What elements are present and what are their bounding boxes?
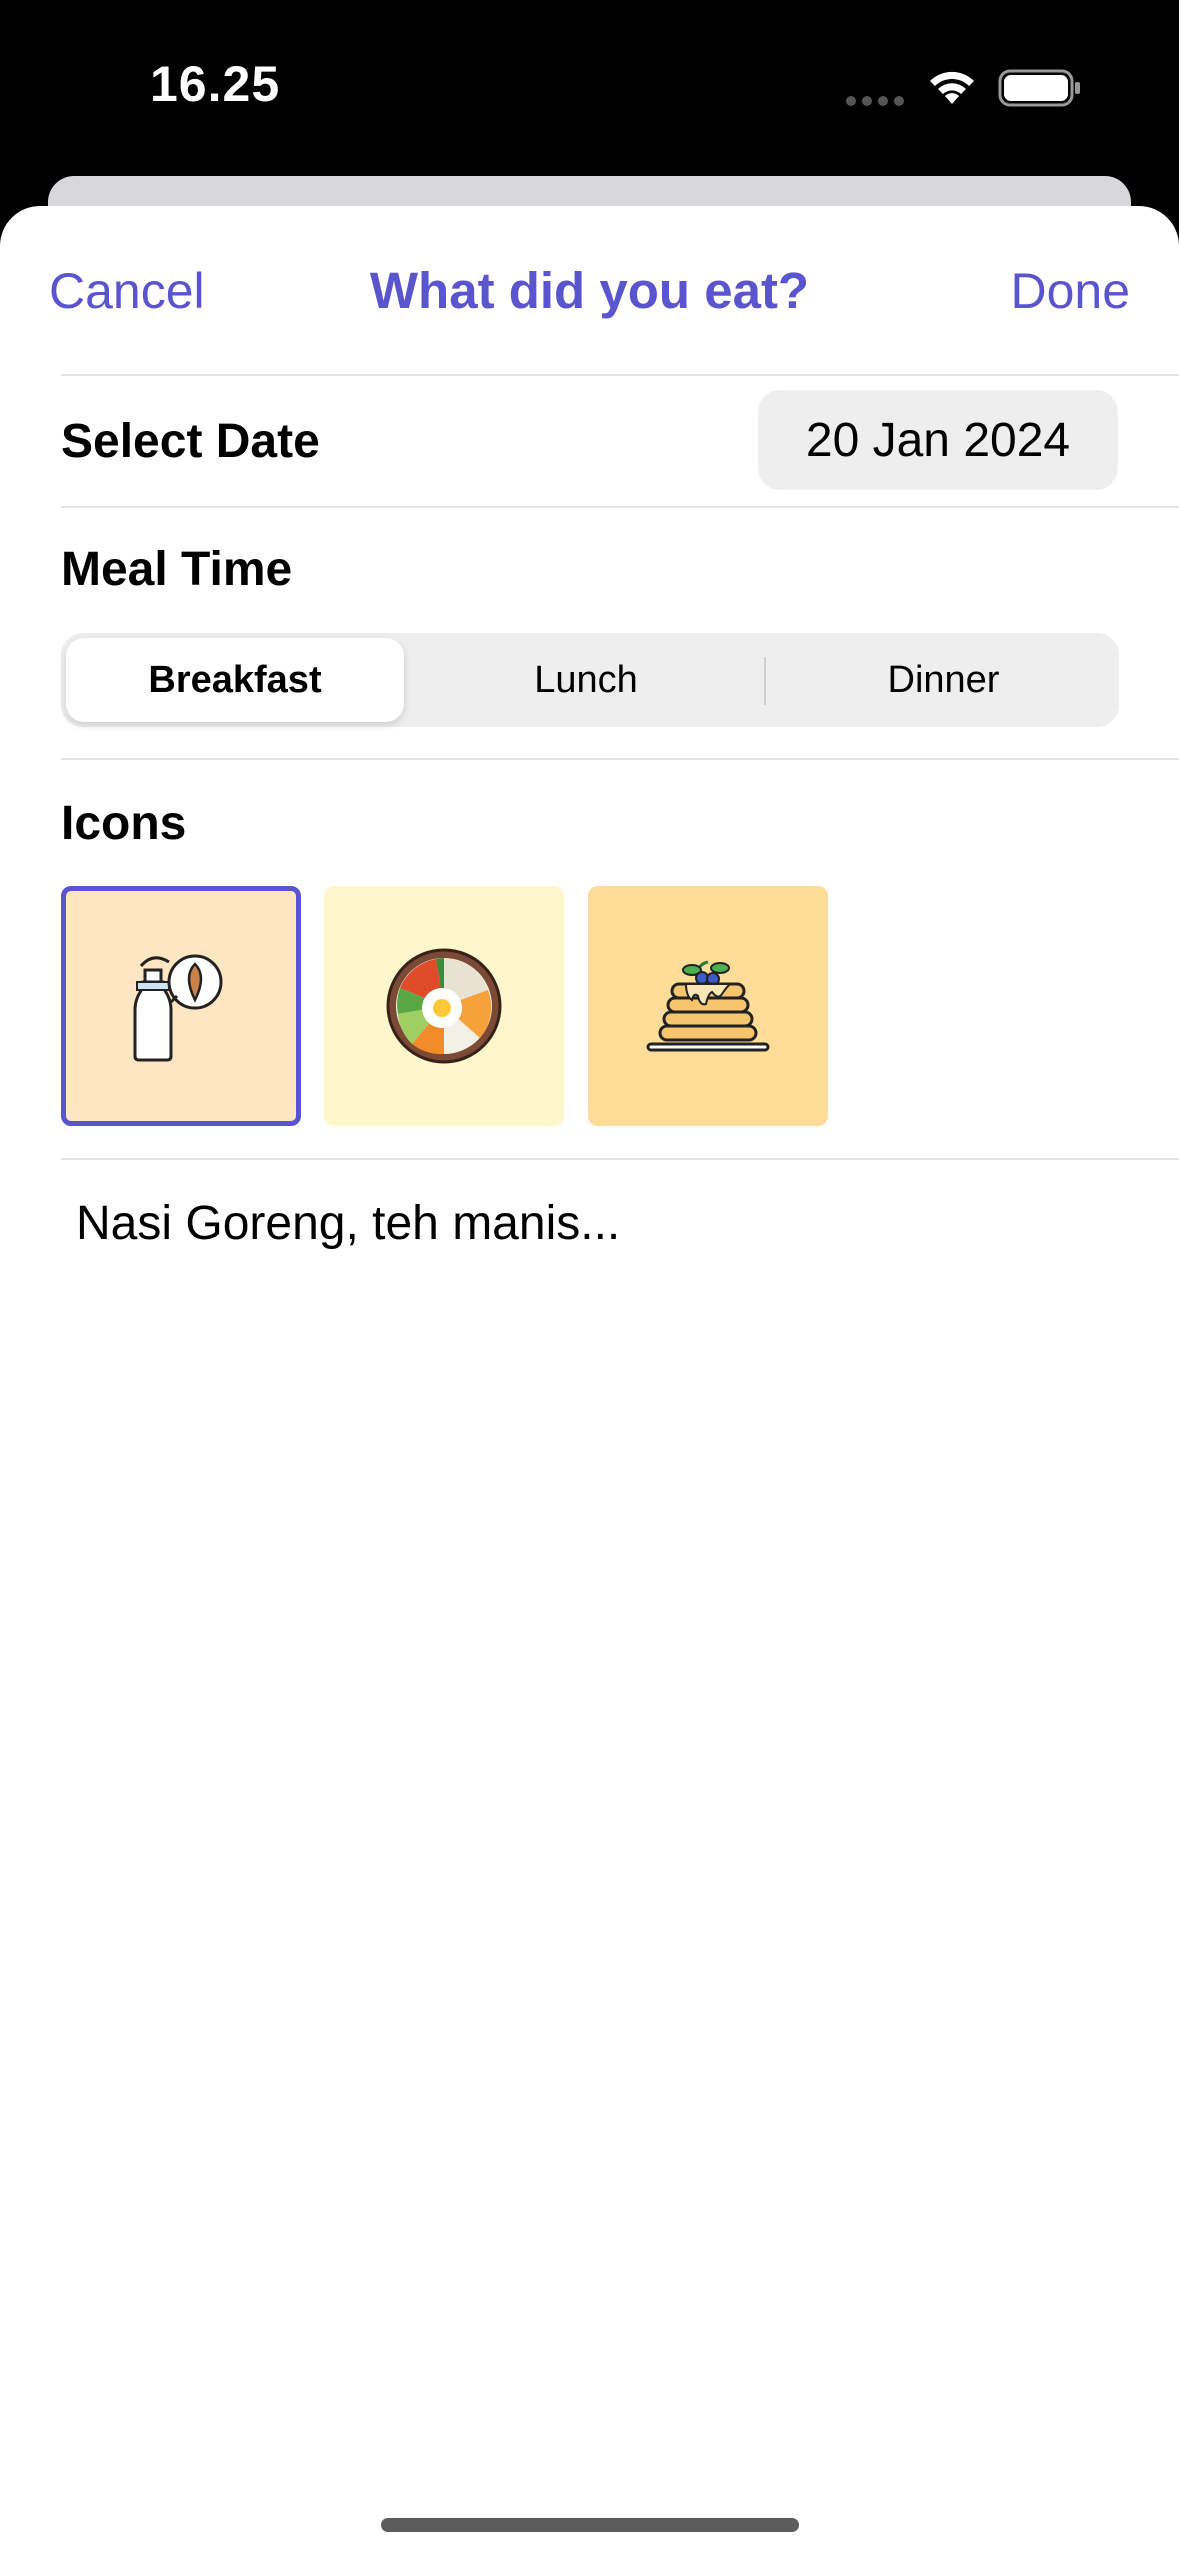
meal-time-label: Meal Time [61, 543, 293, 596]
segment-breakfast[interactable]: Breakfast [66, 638, 404, 722]
home-indicator[interactable] [381, 2518, 799, 2532]
done-button[interactable]: Done [1010, 262, 1130, 320]
meal-time-segmented-control: Breakfast Lunch Dinner [61, 633, 1119, 727]
segment-dinner[interactable]: Dinner [771, 633, 1116, 727]
icon-option-milk-almond[interactable] [61, 886, 301, 1126]
wifi-icon [930, 71, 974, 104]
sheet-title: What did you eat? [369, 262, 810, 319]
icon-option-bibimbap[interactable] [324, 886, 564, 1126]
icons-label: Icons [61, 797, 187, 850]
navigation-bar: Cancel What did you eat? Done [0, 206, 1179, 376]
divider [61, 506, 1179, 508]
icon-option-pancakes[interactable] [588, 886, 828, 1126]
signal-dots-icon [846, 96, 904, 106]
divider [61, 1158, 1179, 1160]
segment-lunch[interactable]: Lunch [416, 633, 756, 727]
bibimbap-bowl-icon [386, 948, 502, 1064]
date-picker-button[interactable]: 20 Jan 2024 [758, 390, 1118, 490]
pancakes-icon [646, 960, 770, 1052]
select-date-label: Select Date [61, 415, 320, 468]
milk-bottle-almond-icon [133, 954, 223, 1062]
status-bar: 16.25 [0, 0, 1179, 175]
divider [61, 374, 1179, 376]
meal-notes-input[interactable]: Nasi Goreng, teh manis... [76, 1196, 620, 1251]
segment-separator [764, 657, 766, 705]
add-meal-sheet: Cancel What did you eat? Done Select Dat… [0, 206, 1179, 2556]
status-time: 16.25 [150, 56, 281, 112]
battery-icon [998, 69, 1080, 107]
divider [61, 758, 1179, 760]
